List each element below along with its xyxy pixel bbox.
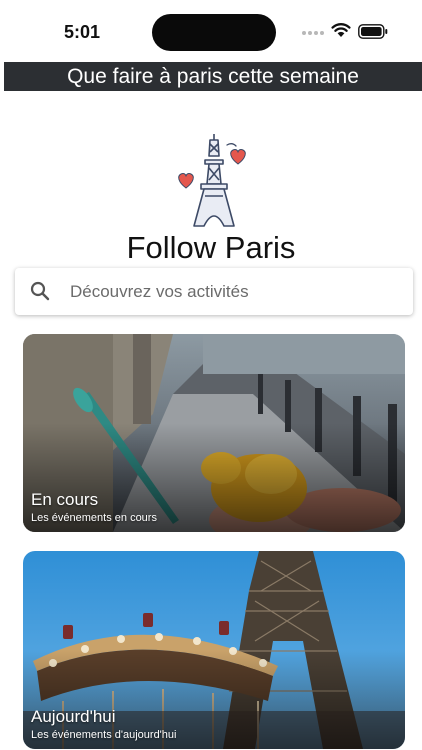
eiffel-tower-hearts-icon [178, 134, 246, 227]
card-title: En cours [31, 490, 99, 509]
search-icon[interactable] [29, 280, 51, 302]
search-bar[interactable] [15, 268, 413, 315]
app-title: Follow Paris [126, 230, 296, 265]
card-title: Aujourd'hui [31, 707, 116, 726]
status-bar: 5:01 [0, 0, 422, 62]
header-banner: Que faire à paris cette semaine [4, 62, 422, 91]
battery-icon [358, 24, 388, 39]
card-aujourdhui[interactable]: Aujourd'hui Les événements d'aujourd'hui [23, 551, 405, 749]
dynamic-island [152, 14, 276, 51]
cellular-signal-icon [302, 31, 326, 35]
card-subtitle: Les événements en cours [31, 512, 157, 524]
wifi-icon [331, 23, 351, 37]
card-en-cours[interactable]: En cours Les événements en cours [23, 334, 405, 532]
status-time: 5:01 [64, 22, 101, 42]
card-subtitle: Les événements d'aujourd'hui [31, 729, 177, 741]
search-input[interactable] [70, 268, 400, 315]
